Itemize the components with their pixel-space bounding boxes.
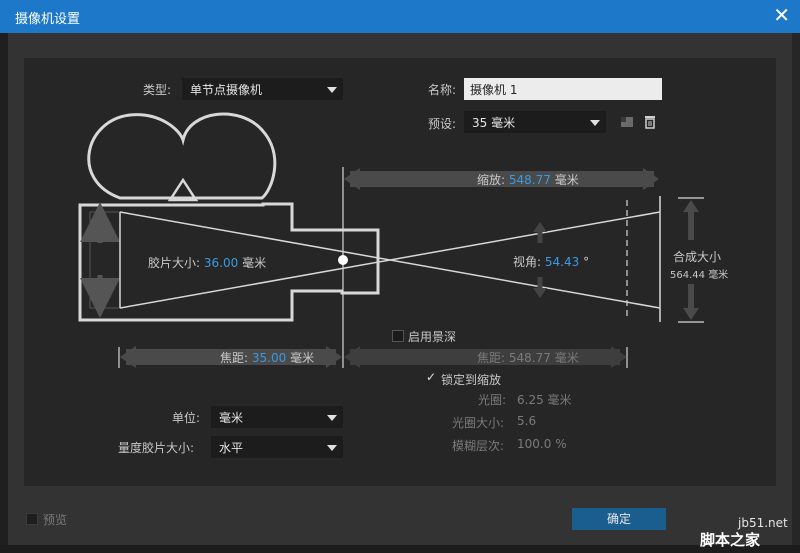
aperture-label: 光圈: — [478, 393, 507, 407]
zoom-label: 缩放: — [477, 173, 506, 187]
comp-size-readout: 564.44 毫米 — [670, 266, 728, 281]
dropdown-arrow-icon — [590, 120, 600, 126]
film-measure-label: 量度胶片大小: — [118, 441, 195, 455]
angle-unit: ° — [583, 255, 590, 269]
units-value: 毫米 — [219, 411, 244, 425]
aperture-readout: 6.25 毫米 — [517, 391, 572, 408]
film-size-label: 胶片大小: — [148, 256, 201, 270]
aperture-value[interactable]: 6.25 — [517, 393, 544, 407]
zoom-value[interactable]: 548.77 — [509, 173, 551, 187]
depth-of-field-checkbox[interactable] — [392, 330, 404, 342]
save-preset-icon[interactable] — [618, 113, 636, 131]
comp-size-value: 564.44 — [670, 270, 705, 281]
film-size-value[interactable]: 36.00 — [204, 256, 238, 270]
ok-button[interactable]: 确定 — [572, 508, 666, 530]
preset-value: 35 毫米 — [472, 116, 516, 130]
focus-distance-unit: 毫米 — [554, 351, 579, 365]
trash-icon[interactable] — [641, 113, 659, 131]
lock-to-zoom-checkbox[interactable]: ✓ — [426, 370, 436, 384]
zoom-readout: 缩放: 548.77 毫米 — [477, 171, 579, 188]
zoom-unit: 毫米 — [554, 173, 579, 187]
watermark-name: 脚本之家 — [700, 531, 761, 549]
blur-level-unit: % — [555, 437, 567, 451]
comp-size-label: 合成大小 — [673, 250, 722, 264]
angle-readout: 视角: 54.43 ° — [513, 253, 589, 270]
watermark-url: jb51.net — [738, 516, 788, 530]
camera-name-input[interactable]: 摄像机 1 — [464, 78, 662, 100]
film-measure-select[interactable]: 水平 — [211, 436, 343, 458]
type-label: 类型: — [143, 83, 172, 97]
focal-length-value[interactable]: 35.00 — [252, 351, 286, 365]
blur-level-readout: 100.0 % — [517, 437, 567, 451]
name-label: 名称: — [428, 83, 457, 97]
fstop-label: 光圈大小: — [452, 416, 505, 430]
dropdown-arrow-icon — [327, 445, 337, 451]
depth-of-field-label: 启用景深 — [408, 330, 457, 344]
film-measure-value: 水平 — [219, 441, 244, 455]
fstop-value[interactable]: 5.6 — [517, 414, 536, 428]
aperture-unit: 毫米 — [547, 393, 572, 407]
units-select[interactable]: 毫米 — [211, 406, 343, 428]
preview-checkbox[interactable] — [26, 513, 38, 525]
dropdown-arrow-icon — [327, 87, 337, 93]
units-label: 单位: — [172, 411, 201, 425]
comp-size-unit: 毫米 — [708, 270, 729, 281]
film-size-readout: 胶片大小: 36.00 毫米 — [148, 254, 266, 271]
lock-to-zoom-label: 锁定到缩放 — [441, 373, 502, 387]
angle-value[interactable]: 54.43 — [545, 255, 579, 269]
dropdown-arrow-icon — [327, 415, 337, 421]
focus-distance-value[interactable]: 548.77 — [509, 351, 551, 365]
film-size-unit: 毫米 — [242, 256, 267, 270]
focus-distance-label: 焦距: — [477, 351, 506, 365]
focal-length-readout: 焦距: 35.00 毫米 — [220, 349, 314, 366]
preset-label: 预设: — [428, 117, 457, 131]
angle-label: 视角: — [513, 255, 542, 269]
focus-distance-readout: 焦距: 548.77 毫米 — [477, 349, 579, 366]
focal-length-unit: 毫米 — [290, 351, 315, 365]
focal-length-label: 焦距: — [220, 351, 249, 365]
blur-level-label: 模糊层次: — [452, 439, 505, 453]
preset-select[interactable]: 35 毫米 — [464, 111, 606, 133]
preview-label: 预览 — [43, 513, 68, 527]
blur-level-value[interactable]: 100.0 — [517, 437, 551, 451]
camera-type-value: 单节点摄像机 — [190, 83, 263, 97]
camera-type-select[interactable]: 单节点摄像机 — [182, 78, 343, 100]
